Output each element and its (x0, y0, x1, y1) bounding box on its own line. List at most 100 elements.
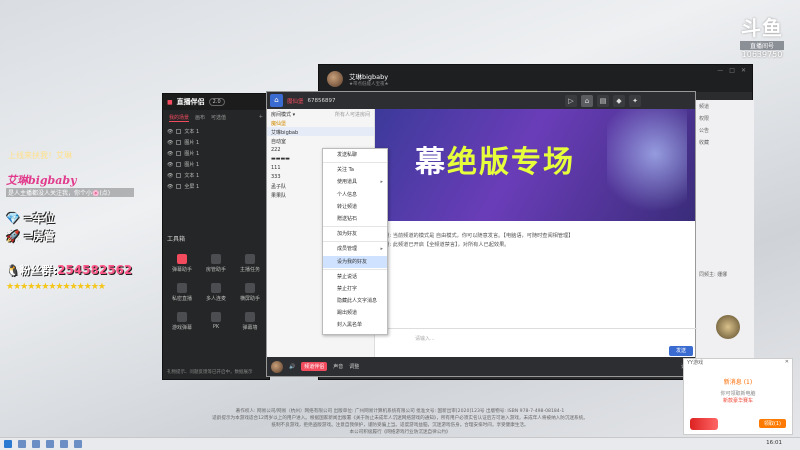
chat-message: 频道: 当前频道的模式是 自由模式，你可以随意发言。【电脑语，可随时查阅相管理】 (379, 233, 574, 239)
menu-item[interactable]: 发送私聊 (323, 149, 387, 161)
popup-app: YY游戏 (687, 360, 704, 366)
bag-icon[interactable]: ▤ (597, 94, 609, 107)
game-icon[interactable]: ◆ (613, 94, 625, 107)
maximize-button[interactable]: □ (729, 67, 735, 74)
tool-multi[interactable]: 多人连麦 (199, 283, 233, 302)
checkbox[interactable] (176, 140, 182, 145)
taskbar-app-icon[interactable] (74, 440, 82, 448)
taskbar-app-icon[interactable] (46, 440, 54, 448)
list-item-selected[interactable]: 艾琳bigbab (267, 127, 374, 136)
menu-item[interactable]: 禁止说话 (323, 271, 387, 283)
menu-item[interactable]: 封入黑名单 (323, 319, 387, 331)
tool-task[interactable]: 主播任务 (233, 254, 267, 273)
lock-icon (177, 283, 187, 293)
menu-item[interactable]: 关注 Ta (323, 164, 387, 176)
companion-tabs: 我的场景 画布 可选值 + (163, 110, 269, 126)
gift-icon[interactable]: ✦ (629, 94, 641, 107)
taskbar-app-icon[interactable] (60, 440, 68, 448)
promo-banner[interactable]: 幕 绝版专场 (375, 109, 695, 221)
version-pill[interactable]: 2.0 (208, 98, 225, 106)
taskbar-app-icon[interactable] (32, 440, 40, 448)
menu-item[interactable]: 踢出频道 (323, 307, 387, 319)
eye-icon[interactable]: 👁 (167, 162, 173, 168)
claim-button[interactable]: 领取(1) (758, 419, 786, 428)
volume-icon[interactable]: 🔊 (289, 364, 295, 370)
home-tab-icon[interactable]: ⌂ (581, 94, 593, 107)
companion-brand: 直播伴侣 (176, 98, 205, 106)
scene-item[interactable]: 👁 文本 1 (163, 126, 269, 137)
tool-landscape[interactable]: 横屏助手 (233, 283, 267, 302)
overlay-hint: 上线来扶我！艾琳 (8, 151, 72, 160)
game-icon (177, 312, 187, 322)
tool-game-danmu[interactable]: 游戏弹幕 (165, 312, 199, 331)
avatar[interactable] (327, 70, 343, 87)
menu-item[interactable]: 使用道具 (323, 176, 387, 188)
list-item[interactable]: 房间模式 ▾ 所有人可进房间 (267, 109, 374, 118)
chat-room-footer: 🔊 频道伴侣 声音 调整 设置 (267, 357, 695, 376)
tool-admin[interactable]: 房管助手 (199, 254, 233, 273)
tab-values[interactable]: 可选值 (211, 114, 226, 122)
eye-icon[interactable]: 👁 (167, 140, 173, 146)
pk-icon (211, 312, 221, 322)
gift-diamond: 💎 =车位 (6, 212, 55, 225)
bottom-item[interactable]: 声音 (333, 363, 343, 370)
close-button[interactable]: ✕ (741, 67, 746, 74)
tab-canvas[interactable]: 画布 (195, 114, 205, 122)
companion-footer: 礼物提示、问题反馈等已开启中，数据展示 (167, 370, 253, 375)
streamer-name: 艾琳bigbaby ★带点低能人宝夜★ (349, 72, 389, 87)
list-item[interactable]: 自动室 (267, 136, 374, 145)
tool-private[interactable]: 私密直播 (165, 283, 199, 302)
chat-input-area[interactable]: 请输入... 发送 (375, 328, 697, 358)
eye-icon[interactable]: 👁 (167, 129, 173, 135)
tool-pk[interactable]: PK (199, 312, 233, 331)
right-item[interactable]: 公告 (696, 124, 754, 136)
checkbox[interactable] (176, 162, 182, 167)
menu-item[interactable]: 转让频道 (323, 201, 387, 213)
close-icon[interactable]: ✕ (785, 359, 789, 369)
menu-item[interactable]: 个人信息 (323, 189, 387, 201)
scene-item[interactable]: 👁 图片 1 (163, 159, 269, 170)
list-item[interactable]: 魔仙堡 (267, 118, 374, 127)
bottom-item[interactable]: 调整 (349, 363, 359, 370)
checkbox[interactable] (176, 151, 182, 156)
right-item[interactable]: 频道 (696, 100, 754, 112)
tiktok-badge: 艾琳bigbaby 是人主播都没人关注我，你个小🌸(点) (6, 172, 134, 202)
scene-item[interactable]: 👁 文本 1 (163, 170, 269, 181)
tool-wall[interactable]: 弹幕墙 (233, 312, 267, 331)
right-item[interactable]: 收藏 (696, 136, 754, 148)
eye-icon[interactable]: 👁 (167, 184, 173, 190)
video-icon[interactable]: ▷ (565, 94, 577, 107)
chat-input[interactable]: 请输入... (415, 335, 435, 342)
eye-icon[interactable]: 👁 (167, 173, 173, 179)
bottom-item[interactable]: 频道伴侣 (301, 362, 328, 371)
tab-scenes[interactable]: 我的场景 (169, 114, 190, 122)
user-avatar[interactable] (271, 360, 283, 373)
tool-danmu[interactable]: 弹幕助手 (165, 254, 199, 273)
eye-icon[interactable]: 👁 (167, 151, 173, 157)
scene-item[interactable]: 👁 图片 1 (163, 148, 269, 159)
admin-icon (211, 254, 221, 264)
right-item[interactable]: 权限 (696, 112, 754, 124)
add-icon[interactable]: + (259, 114, 263, 122)
scene-item[interactable]: 👁 全屏 1 (163, 181, 269, 192)
checkbox[interactable] (176, 173, 182, 178)
menu-item[interactable]: 成员管理 (323, 243, 387, 255)
scene-item[interactable]: 👁 图片 1 (163, 137, 269, 148)
clock[interactable]: 16:01 (766, 440, 782, 446)
windows-start-icon[interactable] (4, 440, 12, 448)
room-number: 10639750 (741, 50, 783, 59)
send-button[interactable]: 发送 (669, 346, 693, 356)
menu-item[interactable]: 加为好友 (323, 228, 387, 240)
menu-item[interactable]: 隐藏此人文字消息 (323, 295, 387, 307)
menu-item-hovered[interactable]: 设为我的好友 (323, 255, 387, 268)
minimize-button[interactable]: — (717, 67, 723, 74)
room-name: 魔仙堡 (287, 98, 304, 105)
menu-item[interactable]: 禁止打字 (323, 283, 387, 295)
popup-header: YY游戏 ✕ (684, 359, 792, 369)
checkbox[interactable] (176, 129, 182, 134)
menu-item[interactable]: 赠送钻石 (323, 213, 387, 225)
taskbar-app-icon[interactable] (18, 440, 26, 448)
gift-rocket: 🚀 =房管 (6, 230, 55, 243)
home-icon[interactable]: ⌂ (270, 94, 283, 107)
checkbox[interactable] (176, 184, 182, 189)
